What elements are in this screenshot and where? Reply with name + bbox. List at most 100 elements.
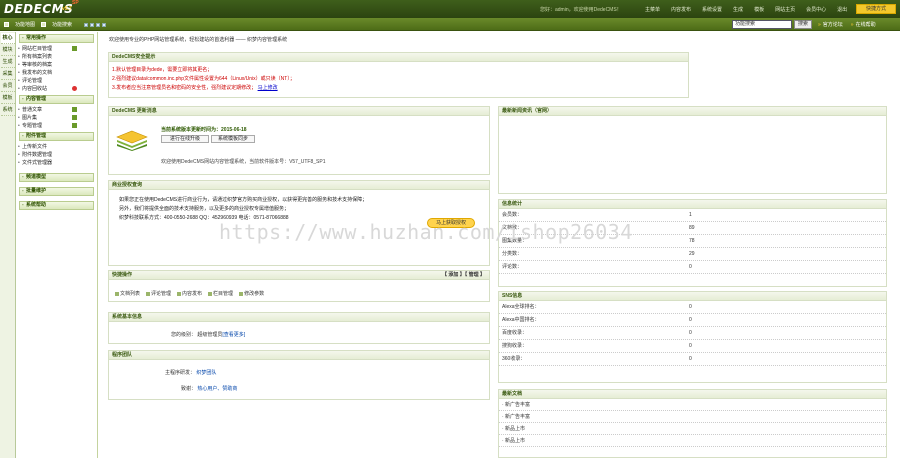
sidebar-item[interactable]: 等审核的档案	[16, 61, 97, 69]
sns-row: Alexa全球排名： 0	[499, 301, 886, 314]
sns-panel: SNS信息 Alexa全球排名： 0 Alexa中国排名： 0 百度收录： 0 搜狗收…	[498, 291, 887, 383]
template-sync-button[interactable]: 系统模板同步	[211, 135, 255, 143]
license-text: 另外，我们将提供全面的技术支持服务，以及更多的商业授权专属增值服务；	[119, 206, 290, 212]
sidebar-item[interactable]: 内容回收站	[16, 85, 97, 93]
modify-now-link[interactable]: 马上修改	[258, 85, 278, 91]
sidebar-item[interactable]: 上传新文件	[16, 143, 97, 151]
layout-icon[interactable]	[90, 22, 95, 27]
function-map-link[interactable]: 功能地图	[15, 21, 35, 28]
add-icon[interactable]	[72, 123, 77, 128]
tab-core[interactable]: 核心	[0, 33, 15, 44]
top-nav-item[interactable]: 会员中心	[806, 6, 826, 13]
tab-members[interactable]: 会员	[0, 81, 15, 92]
top-nav-item[interactable]: 系统设置	[702, 6, 722, 13]
top-nav-item[interactable]: 模板	[754, 6, 764, 13]
sidebar-item[interactable]: 专题管理	[16, 122, 97, 130]
quick-doc-list[interactable]: 文档列表	[115, 290, 140, 297]
doc-link[interactable]: · 新品上市	[499, 435, 886, 447]
online-upgrade-button[interactable]: 进行在线升级	[161, 135, 209, 143]
page-title: 欢迎使用专业的PHP网站管理系统，轻松建站的首选利器 —— 织梦内容管理系统	[109, 37, 288, 43]
function-search-link[interactable]: 功能搜索	[52, 21, 72, 28]
tab-collect[interactable]: 采集	[0, 69, 15, 80]
sidebar-item[interactable]: 评论管理	[16, 77, 97, 85]
panel-title: 最新文档	[499, 390, 886, 399]
doc-link[interactable]: · 新广告丰富	[499, 399, 886, 411]
sidebar-item[interactable]: 所有档案列表	[16, 53, 97, 61]
welcome-text: 您好：admin，欢迎使用DedeCMS！	[540, 7, 622, 13]
view-more-link[interactable]: [查看更多]	[222, 332, 245, 338]
security-tip: 1.默认管理目录为dede，需要立即将其更名；	[112, 67, 213, 73]
doc-link[interactable]: · 新广告丰富	[499, 411, 886, 423]
layout-switcher[interactable]	[84, 22, 107, 27]
search-input[interactable]: 功能搜索	[732, 20, 792, 29]
main-content: 欢迎使用专业的PHP网站管理系统，轻松建站的首选利器 —— 织梦内容管理系统 D…	[99, 32, 900, 458]
layout-icon[interactable]	[102, 22, 107, 27]
panel-title: DedeCMS 更新消息	[109, 107, 489, 116]
team-panel: 程序团队 主程序研发： 织梦团队 致谢： 热心用户、赞助商	[108, 350, 490, 400]
sns-row: 搜狗收录： 0	[499, 340, 886, 353]
sidebar-item[interactable]: 普通文章	[16, 106, 97, 114]
panel-title: DedeCMS安全提示	[109, 53, 688, 62]
watermark-text: https://www.huzhan.com/ishop26034	[219, 220, 633, 244]
shortcut-button[interactable]: 快捷方式	[856, 4, 896, 14]
layout-icon[interactable]	[84, 22, 89, 27]
update-panel: DedeCMS 更新消息 当前系统版本更新时间为：2015-06-18 进行在线…	[108, 106, 490, 175]
panel-title: 快捷操作 【 添加 】【 管理 】	[109, 271, 489, 280]
forum-link[interactable]: » 官方论坛	[818, 21, 843, 28]
add-icon[interactable]	[72, 107, 77, 112]
map-icon	[4, 22, 9, 27]
admin-level: 您的级别： 超级管理员[查看更多]	[171, 332, 246, 338]
top-navigation: 主菜单 内容发布 系统设置 生成 模板 网站主页 会员中心 退出	[645, 6, 847, 13]
team-row: 致谢： 热心用户、赞助商	[181, 386, 238, 392]
sidebar-item[interactable]: 附件数据管理	[16, 151, 97, 159]
clear-icon[interactable]	[72, 86, 77, 91]
sidebar-item[interactable]: 图片集	[16, 114, 97, 122]
menu-section-batch[interactable]: 批量维护	[19, 187, 94, 196]
top-nav-item[interactable]: 内容发布	[671, 6, 691, 13]
sidebar-menu: 常用操作 网站栏目管理 所有档案列表 等审核的档案 我发布的文档 评论管理 内容…	[16, 32, 98, 458]
security-panel: DedeCMS安全提示 1.默认管理目录为dede，需要立即将其更名； 2.强烈…	[108, 52, 689, 98]
menu-section-common[interactable]: 常用操作	[19, 34, 94, 43]
quick-add-manage-links[interactable]: 【 添加 】【 管理 】	[442, 271, 485, 280]
top-nav-item[interactable]: 主菜单	[645, 6, 660, 13]
layout-icon[interactable]	[96, 22, 101, 27]
sns-row: 百度收录： 0	[499, 327, 886, 340]
menu-section-content[interactable]: 内容管理	[19, 95, 94, 104]
thanks-link[interactable]: 热心用户、赞助商	[197, 386, 237, 392]
help-link[interactable]: » 在线帮助	[851, 21, 876, 28]
quick-comments[interactable]: 评论管理	[146, 290, 171, 297]
top-header: DEDECMS v5.7 SP 您好：admin，欢迎使用DedeCMS！ 主菜…	[0, 0, 900, 18]
top-nav-item[interactable]: 生成	[733, 6, 743, 13]
menu-section-channels[interactable]: 频道模型	[19, 173, 94, 182]
panel-title: 最新新闻资讯（官网）	[499, 107, 886, 116]
sns-row: Alexa中国排名： 0	[499, 314, 886, 327]
news-panel: 最新新闻资讯（官网）	[498, 106, 887, 194]
quick-publish[interactable]: 内容发布	[177, 290, 202, 297]
top-nav-item[interactable]: 退出	[837, 6, 847, 13]
team-link[interactable]: 织梦团队	[196, 370, 216, 376]
version-badge: SP	[72, 0, 79, 6]
panel-title: 程序团队	[109, 351, 489, 360]
quick-categories[interactable]: 栏目管理	[208, 290, 233, 297]
menu-section-attachments[interactable]: 附件管理	[19, 132, 94, 141]
sidebar-item[interactable]: 网站栏目管理	[16, 45, 97, 53]
tab-generate[interactable]: 生成	[0, 57, 15, 68]
search-button[interactable]: 搜索	[794, 20, 812, 29]
team-row: 主程序研发： 织梦团队	[165, 370, 217, 376]
sidebar-item[interactable]: 我发布的文档	[16, 69, 97, 77]
add-icon[interactable]	[72, 46, 77, 51]
tab-system[interactable]: 系统	[0, 105, 15, 116]
tab-templates[interactable]: 模板	[0, 93, 15, 104]
sidebar-item[interactable]: 文件式管理器	[16, 159, 97, 167]
quick-settings[interactable]: 修改参数	[239, 290, 264, 297]
stat-row: 评论数： 0	[499, 261, 886, 274]
doc-link[interactable]: · 新品上市	[499, 423, 886, 435]
top-nav-item[interactable]: 网站主页	[775, 6, 795, 13]
stat-row: 分类数： 29	[499, 248, 886, 261]
add-icon[interactable]	[72, 115, 77, 120]
quick-actions-panel: 快捷操作 【 添加 】【 管理 】 文档列表 评论管理 内容发布 栏目管理 修改…	[108, 270, 490, 302]
update-headline: 当前系统版本更新时间为：2015-06-18	[161, 127, 247, 133]
menu-section-help[interactable]: 系统帮助	[19, 201, 94, 210]
tab-modules[interactable]: 模块	[0, 45, 15, 56]
security-tip: 3.发布者应当注意管理员名和密码的安全性，强烈建议定期修改； 马上修改	[112, 85, 278, 91]
